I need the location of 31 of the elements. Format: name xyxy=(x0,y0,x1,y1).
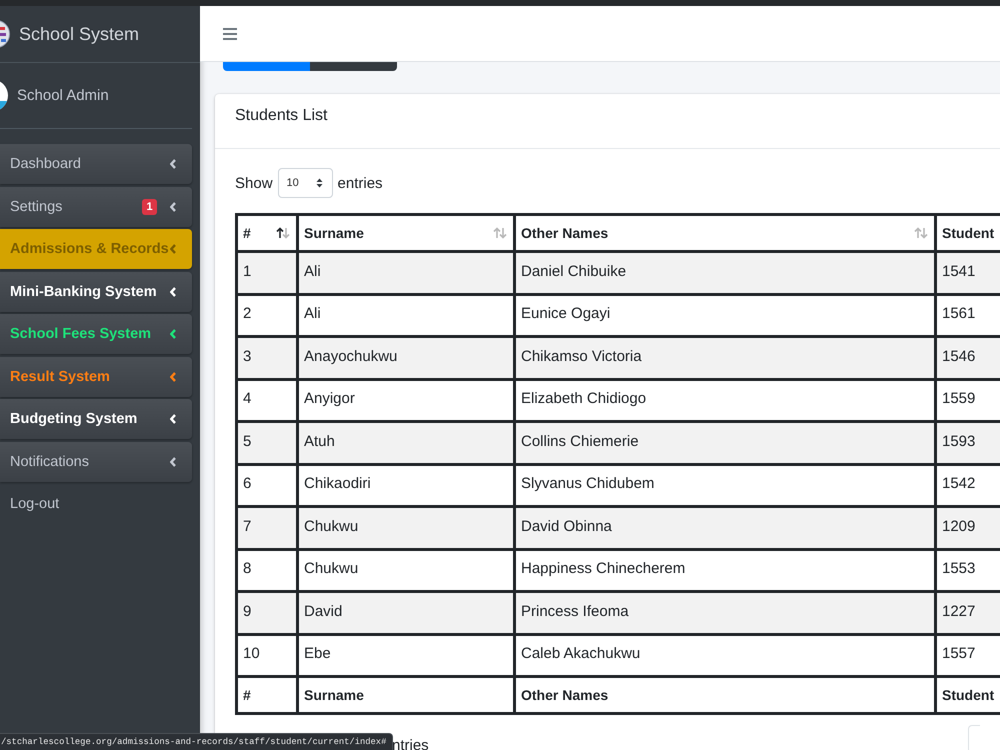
primary-button[interactable] xyxy=(223,62,310,71)
pagination-button[interactable] xyxy=(968,725,980,750)
link-url-tooltip: /stcharlescollege.org/admissions-and-records/staff/student/current/index# xyxy=(0,733,394,750)
sidebar-item[interactable]: Settings 1 xyxy=(0,186,192,226)
table-info-text: ntries xyxy=(392,738,429,750)
sidebar-item[interactable]: School Fees System xyxy=(0,314,192,354)
sort-icon[interactable] xyxy=(276,227,290,239)
sidebar-item[interactable]: Notifications xyxy=(0,442,192,482)
column-footer: Surname xyxy=(298,676,514,714)
sidebar-item[interactable]: Budgeting System xyxy=(0,399,192,439)
select-caret-icon xyxy=(316,178,323,188)
column-footer: # xyxy=(236,676,298,714)
avatar-icon xyxy=(0,79,8,112)
sidebar-item[interactable]: Result System xyxy=(0,356,192,396)
entries-label: entries xyxy=(338,174,383,192)
column-footer: Other Names xyxy=(514,676,936,714)
show-label: Show xyxy=(235,174,273,192)
dark-button[interactable] xyxy=(310,62,397,71)
logo-icon xyxy=(0,20,10,48)
card-title: Students List xyxy=(235,106,328,125)
sidebar-item[interactable]: Mini-Banking System xyxy=(0,272,192,312)
sidebar-item[interactable]: Dashboard xyxy=(0,144,192,184)
user-name[interactable]: School Admin xyxy=(17,87,109,104)
brand-title[interactable]: School System xyxy=(19,24,140,44)
column-header[interactable]: Other Names xyxy=(521,225,608,241)
sidebar-item[interactable]: Log-out xyxy=(0,484,192,524)
column-header[interactable]: # xyxy=(243,225,251,241)
notification-badge: 1 xyxy=(142,198,157,214)
column-header[interactable]: Surname xyxy=(304,225,364,241)
menu-icon[interactable] xyxy=(223,28,237,40)
entries-select[interactable]: 10 xyxy=(278,168,333,198)
